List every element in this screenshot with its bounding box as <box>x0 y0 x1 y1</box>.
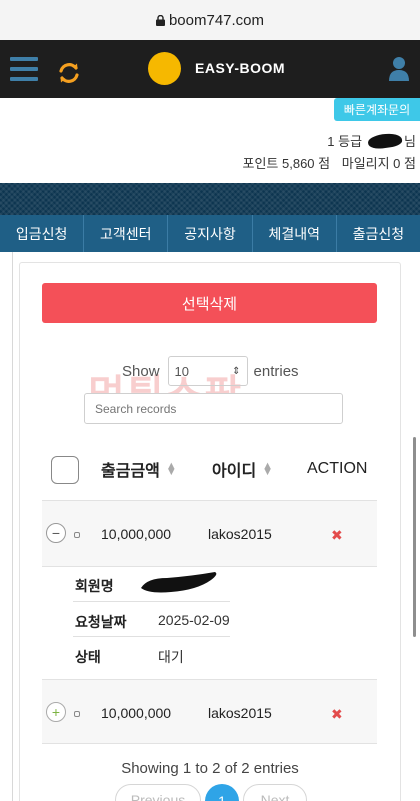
menu-icon[interactable] <box>10 57 38 81</box>
browser-url-bar[interactable]: boom747.com <box>0 0 420 40</box>
brand-name[interactable]: EASY-BOOM <box>195 60 285 76</box>
row-user-id: lakos2015 <box>208 705 272 721</box>
menu-item-history[interactable]: 체결내역 <box>253 215 337 252</box>
column-header-id[interactable]: 아이디 ▲ ▼ <box>212 450 273 488</box>
row-amount: 10,000,000 <box>101 705 172 721</box>
sort-icon: ▲ ▼ <box>262 460 274 478</box>
row-divider <box>42 566 377 567</box>
table-info: Showing 1 to 2 of 2 entries <box>121 760 299 777</box>
row-divider <box>42 743 377 744</box>
menu-item-support[interactable]: 고객센터 <box>84 215 169 252</box>
column-header-action: ACTION <box>307 460 368 477</box>
menu-item-deposit[interactable]: 입금신청 <box>0 215 85 252</box>
decorative-banner <box>0 183 420 215</box>
lock-icon <box>155 14 165 26</box>
detail-member-label: 회원명 <box>75 578 114 594</box>
show-entries-control: Show 10 ⇕ entries <box>122 356 299 386</box>
select-all-checkbox[interactable] <box>51 456 79 484</box>
redacted-member-name <box>141 572 217 593</box>
delete-row-icon[interactable]: ✖ <box>331 527 343 544</box>
column-header-id-label: 아이디 <box>212 463 257 480</box>
detail-date-label: 요청날짜 <box>75 614 127 630</box>
sort-icon: ▲ ▼ <box>165 460 177 478</box>
row-marker <box>74 532 80 538</box>
select-arrows-icon: ⇕ <box>232 365 241 377</box>
menu-item-notice[interactable]: 공지사항 <box>168 215 253 252</box>
menu-item-withdraw[interactable]: 출금신청 <box>337 215 420 252</box>
detail-status-label: 상태 <box>75 649 101 665</box>
row-amount: 10,000,000 <box>101 526 172 542</box>
quick-inquiry-button[interactable]: 빠른계좌문의 <box>334 98 420 121</box>
detail-divider <box>73 636 230 637</box>
pagination-next[interactable]: Next <box>243 784 307 801</box>
top-navbar: EASY-BOOM <box>0 40 420 98</box>
delete-row-icon[interactable]: ✖ <box>331 706 343 723</box>
column-header-amount[interactable]: 출금금액 ▲ ▼ <box>101 450 177 488</box>
user-grade: 1 등급 <box>327 134 363 149</box>
page-size-value: 10 <box>174 363 189 379</box>
collapse-icon[interactable]: − <box>46 523 66 543</box>
user-icon[interactable] <box>388 56 410 82</box>
user-mileage: 마일리지 0 점 <box>341 156 416 171</box>
show-label: Show <box>122 362 160 380</box>
page-size-select[interactable]: 10 ⇕ <box>167 356 248 386</box>
content-border <box>12 252 13 801</box>
user-grade-line: 1 등급 님 <box>327 131 416 150</box>
expand-icon[interactable]: + <box>46 702 66 722</box>
user-suffix: 님 <box>404 134 416 149</box>
main-menu: 입금신청 고객센터 공지사항 체결내역 출금신청 <box>0 215 420 252</box>
search-input[interactable] <box>84 393 343 424</box>
redacted-username <box>367 131 403 150</box>
detail-date: 2025-02-09 <box>158 612 230 628</box>
row-user-id: lakos2015 <box>208 526 272 542</box>
delete-selected-button[interactable]: 선택삭제 <box>42 283 377 323</box>
row-marker <box>74 711 80 717</box>
refresh-icon[interactable] <box>56 60 82 86</box>
column-header-amount-label: 출금금액 <box>101 463 160 480</box>
pagination-previous[interactable]: Previous <box>115 784 201 801</box>
browser-url: boom747.com <box>168 11 265 29</box>
entries-label: entries <box>253 362 299 380</box>
detail-divider <box>73 601 230 602</box>
page-scrollbar[interactable] <box>413 437 416 637</box>
user-points: 포인트 5,860 점 <box>242 156 331 171</box>
detail-status: 대기 <box>158 649 184 665</box>
user-points-line: 포인트 5,860 점 마일리지 0 점 <box>235 153 417 172</box>
brand-logo-icon[interactable] <box>148 52 181 85</box>
